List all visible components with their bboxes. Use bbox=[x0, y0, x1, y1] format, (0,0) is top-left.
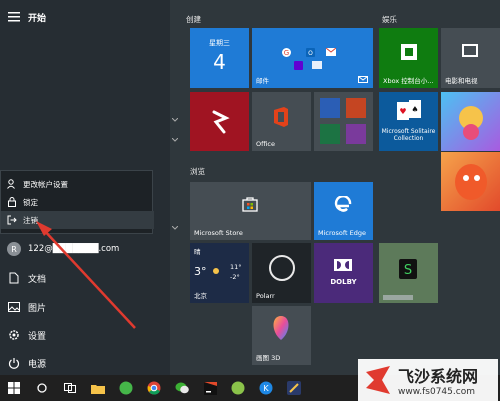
ide-icon bbox=[203, 381, 217, 395]
taskbar-explorer[interactable] bbox=[84, 375, 112, 401]
taskbar-app[interactable] bbox=[280, 375, 308, 401]
annotation-arrow bbox=[36, 221, 136, 329]
windows-logo-icon bbox=[8, 382, 20, 394]
app-icon bbox=[287, 381, 301, 395]
taskbar-kugou[interactable]: K bbox=[252, 375, 280, 401]
kugou-icon: K bbox=[259, 381, 273, 395]
green-circle-icon bbox=[119, 381, 133, 395]
watermark-url: www.fs0745.com bbox=[398, 387, 475, 397]
wechat-icon bbox=[175, 382, 189, 394]
search-circle-icon bbox=[37, 383, 47, 393]
watermark-title: 飞沙系统网 bbox=[398, 367, 479, 386]
task-view-button[interactable] bbox=[56, 375, 84, 401]
chrome-icon bbox=[147, 381, 161, 395]
task-view-icon bbox=[64, 383, 76, 393]
taskbar-green-app[interactable] bbox=[224, 375, 252, 401]
search-button[interactable] bbox=[28, 375, 56, 401]
taskbar-chrome[interactable] bbox=[140, 375, 168, 401]
watermark-logo-icon bbox=[362, 364, 394, 396]
windows-start-button[interactable] bbox=[0, 375, 28, 401]
taskbar-ide[interactable] bbox=[196, 375, 224, 401]
folder-icon bbox=[91, 383, 105, 394]
svg-text:K: K bbox=[263, 384, 269, 393]
taskbar-wechat[interactable] bbox=[168, 375, 196, 401]
site-watermark: 飞沙系统网 www.fs0745.com bbox=[358, 359, 498, 401]
leaf-icon bbox=[231, 381, 245, 395]
taskbar-360[interactable] bbox=[112, 375, 140, 401]
